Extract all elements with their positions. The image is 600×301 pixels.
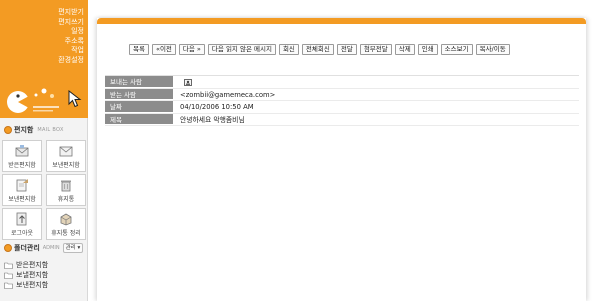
folder-item-label: 보낸편지함 (16, 281, 49, 289)
previous-button[interactable]: «이전 (151, 44, 176, 55)
message-view: 목록 «이전 다음 » 다음 읽지 않은 메시지 회신 전체회신 전달 첨부전달… (97, 18, 586, 301)
folder-section-header: 폴더관리 ADMIN 관리 ▾ (0, 242, 88, 254)
sidebar: 편지받기 편지쓰기 일정 주소록 작업 환경설정 편지함 MAIL BOX 받은… (0, 0, 88, 301)
sent-icon (59, 146, 73, 156)
nav-item-schedule[interactable]: 일정 (58, 27, 84, 37)
view-source-button[interactable]: 소스보기 (440, 44, 473, 55)
logo (7, 88, 59, 113)
folder-icon (4, 272, 13, 279)
main-nav: 편지받기 편지쓰기 일정 주소록 작업 환경설정 (58, 8, 84, 66)
bullet-icon (4, 126, 12, 134)
next-unread-button[interactable]: 다음 읽지 않은 메시지 (207, 44, 276, 55)
list-button[interactable]: 목록 (129, 44, 149, 55)
mailbox-section: 편지함 MAIL BOX (0, 124, 88, 136)
reply-all-button[interactable]: 전체회신 (301, 44, 334, 55)
reply-button[interactable]: 회신 (278, 44, 299, 55)
bullet-icon (4, 244, 12, 252)
folder-icon (4, 262, 13, 269)
forward-attachment-button[interactable]: 첨부전달 (359, 44, 392, 55)
folder-subtitle: ADMIN (42, 245, 60, 251)
outbox-button-label: 보낸편지함 (8, 195, 36, 203)
next-button[interactable]: 다음 » (178, 44, 205, 55)
sent-box-button-label: 보낸편지함 (52, 161, 80, 169)
folder-item-outbox[interactable]: 보낼편지함 (4, 270, 48, 280)
folder-manage-dropdown[interactable]: 관리 ▾ (62, 243, 84, 253)
header-label-from: 보내는 사람 (105, 76, 173, 88)
folder-item-label: 받은편지함 (16, 261, 49, 269)
header-label-subject: 제목 (105, 113, 173, 125)
print-button[interactable]: 인쇄 (417, 44, 438, 55)
folder-item-inbox[interactable]: 받은편지함 (4, 260, 48, 270)
mouse-cursor-icon (68, 90, 82, 108)
logout-button[interactable]: 로그아웃 (2, 208, 42, 240)
outbox-button[interactable]: 보낸편지함 (2, 174, 42, 206)
mailbox-buttons: 받은편지함 보낸편지함 보낸편지함 휴지통 로그아웃 휴지통 정리 (2, 140, 86, 240)
empty-trash-button-label: 휴지통 정리 (51, 229, 81, 237)
sent-box-button[interactable]: 보낸편지함 (46, 140, 86, 172)
inbox-button[interactable]: 받은편지함 (2, 140, 42, 172)
trash-button-label: 휴지통 (57, 195, 75, 203)
mailbox-subtitle: MAIL BOX (37, 127, 64, 133)
header-label-to: 받는 사람 (105, 88, 173, 100)
sidebar-header-panel: 편지받기 편지쓰기 일정 주소록 작업 환경설정 (0, 0, 88, 118)
folder-section: 폴더관리 ADMIN 관리 ▾ 받은편지함 보낼편지함 보낸편지함 (0, 242, 88, 289)
header-label-date: 날짜 (105, 101, 173, 113)
inbox-button-label: 받은편지함 (8, 161, 36, 169)
copy-move-button[interactable]: 복사/이동 (475, 44, 510, 55)
nav-item-tasks[interactable]: 작업 (58, 46, 84, 56)
empty-trash-button[interactable]: 휴지통 정리 (46, 208, 86, 240)
forward-button[interactable]: 전달 (336, 44, 357, 55)
header-row-from: 보내는 사람 (105, 76, 579, 89)
mailbox-section-header: 편지함 MAIL BOX (0, 124, 88, 136)
header-row-subject: 제목 안녕하세요 악행좀비님 (105, 113, 579, 126)
message-headers: 보내는 사람 받는 사람 <zombii@gamemeca.com> 날짜 04… (105, 75, 579, 126)
header-value-from[interactable] (180, 76, 192, 88)
header-value-date: 04/10/2006 10:50 AM (180, 103, 254, 111)
folder-icon (4, 282, 13, 289)
folder-item-label: 보낼편지함 (16, 271, 49, 279)
header-value-to: <zombii@gamemeca.com> (180, 90, 276, 99)
logout-button-label: 로그아웃 (10, 229, 34, 237)
trash-button[interactable]: 휴지통 (46, 174, 86, 206)
add-to-addressbook-icon[interactable] (184, 78, 192, 86)
nav-item-compose-mail[interactable]: 편지쓰기 (58, 18, 84, 28)
header-value-subject: 안녕하세요 악행좀비님 (180, 115, 245, 124)
draft-icon (16, 178, 28, 191)
delete-button[interactable]: 삭제 (394, 44, 415, 55)
empty-trash-icon (60, 213, 72, 225)
nav-item-settings[interactable]: 환경설정 (58, 56, 84, 66)
message-toolbar: 목록 «이전 다음 » 다음 읽지 않은 메시지 회신 전체회신 전달 첨부전달… (129, 44, 510, 55)
nav-item-address-book[interactable]: 주소록 (58, 37, 84, 47)
inbox-icon (15, 144, 29, 156)
header-row-date: 날짜 04/10/2006 10:50 AM (105, 101, 579, 114)
mailbox-title: 편지함 (14, 126, 34, 134)
message-view-top-bar (97, 18, 586, 24)
folder-item-sent[interactable]: 보낸편지함 (4, 280, 48, 290)
nav-item-receive-mail[interactable]: 편지받기 (58, 8, 84, 18)
trash-icon (61, 180, 71, 191)
folder-title: 폴더관리 (14, 244, 40, 252)
logout-icon (16, 212, 27, 225)
folder-list: 받은편지함 보낼편지함 보낸편지함 (4, 260, 48, 290)
header-row-to: 받는 사람 <zombii@gamemeca.com> (105, 88, 579, 101)
